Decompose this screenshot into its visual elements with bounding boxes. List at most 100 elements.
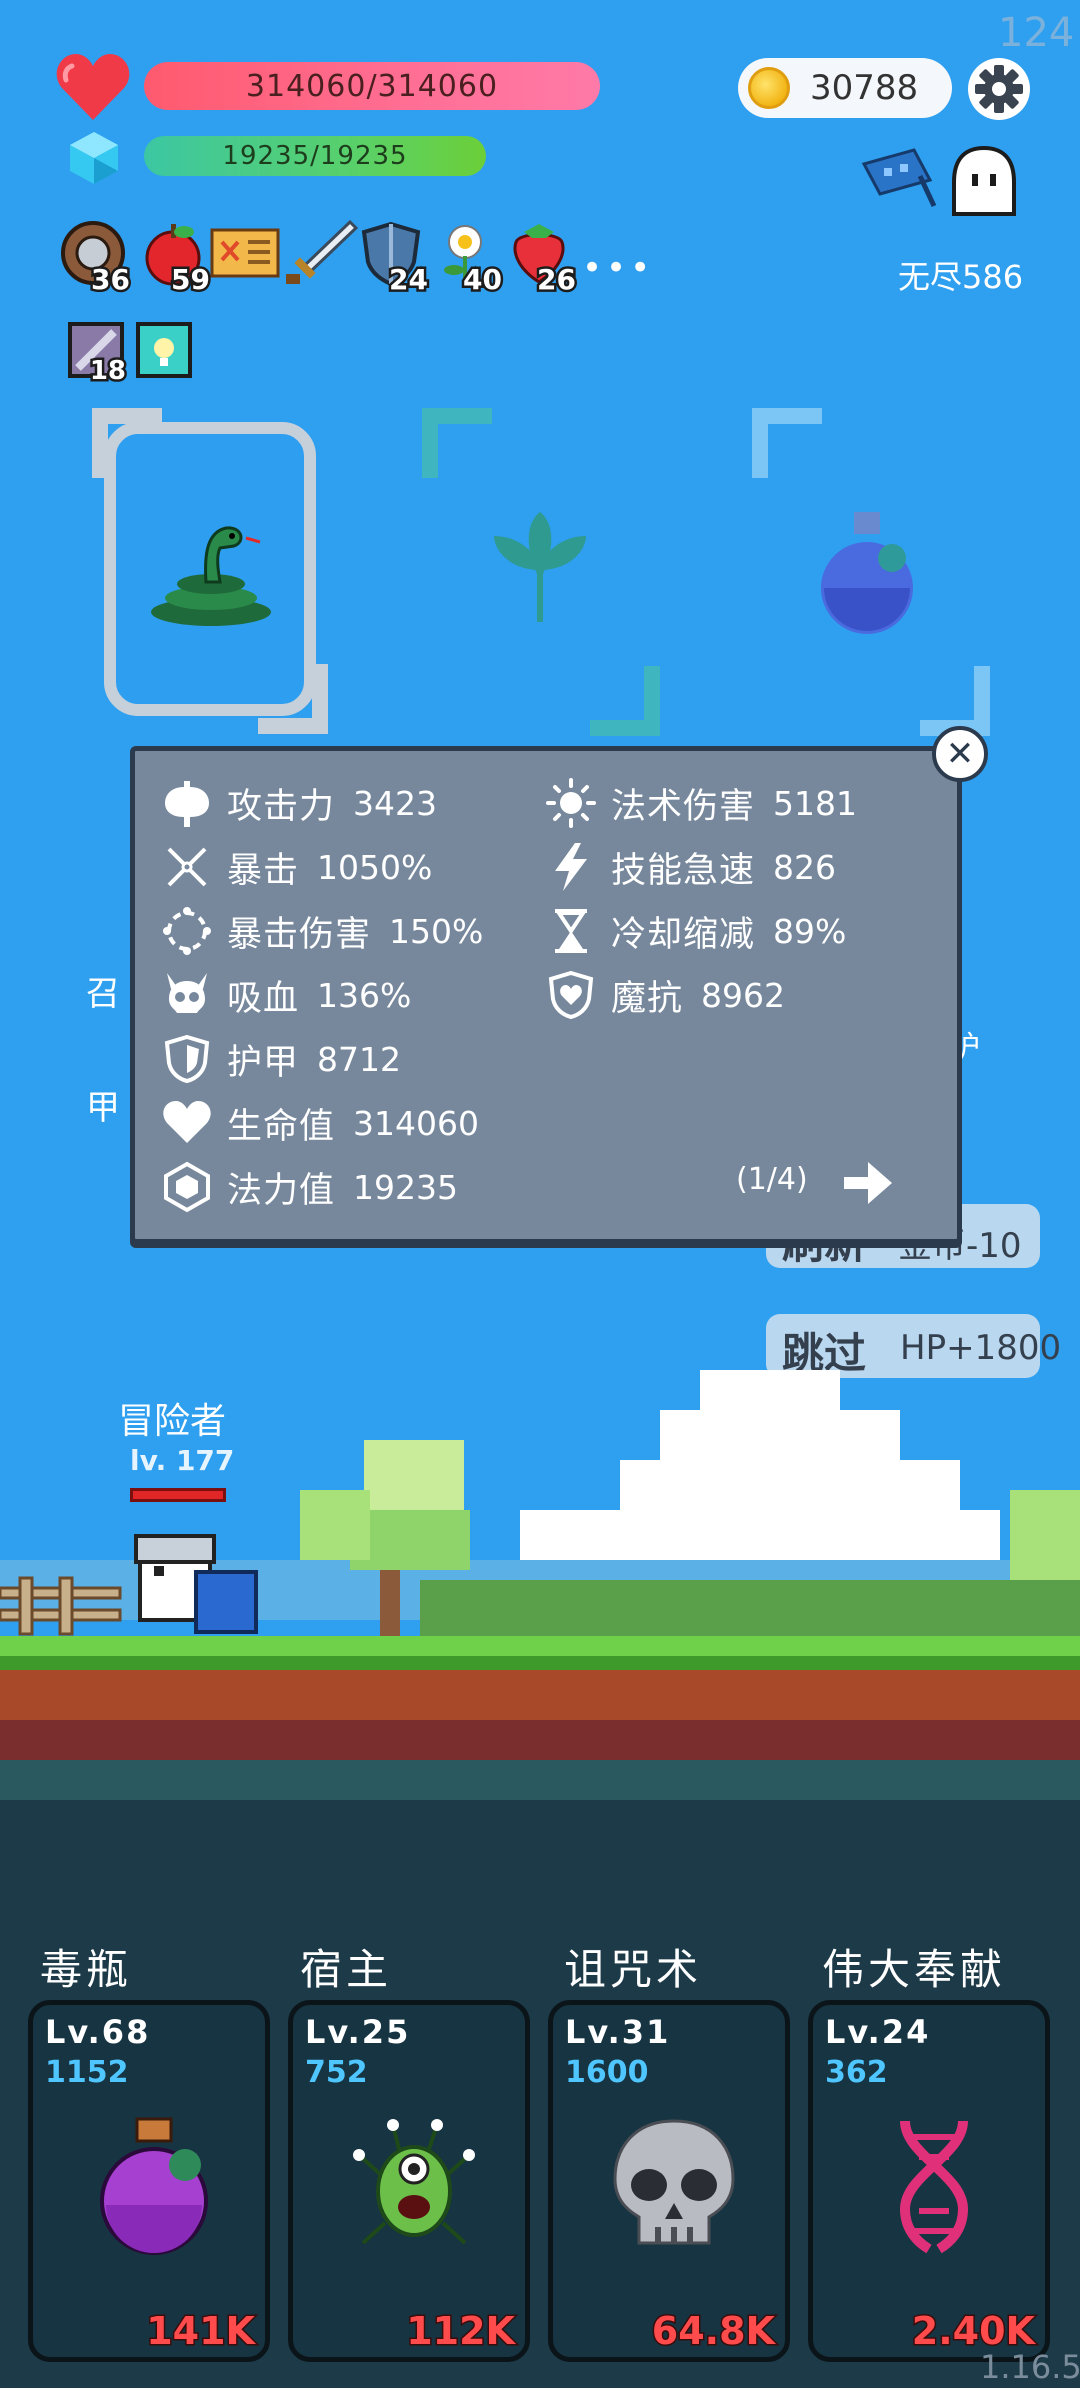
version-label: 1.16.5	[980, 2348, 1080, 2386]
buff-count: 18	[87, 354, 128, 389]
slot-corner-top-left	[752, 408, 822, 478]
skill-title: 诅咒术	[564, 1945, 703, 1994]
stat-value: 8712	[317, 1039, 401, 1079]
skill-level: Lv.31	[565, 2013, 671, 2051]
stat-value: 826	[773, 847, 837, 887]
stat-value: 5181	[773, 783, 857, 823]
skill-card-host[interactable]: Lv.25 752 112K	[288, 2000, 530, 2362]
stone-blade-buff: 18	[68, 322, 129, 389]
crystal-outline-icon	[164, 1161, 210, 1213]
stats-page-indicator: (1/4)	[736, 1162, 808, 1197]
stat-value: 3423	[353, 783, 437, 823]
stat-armor: 护甲 8712	[161, 1031, 401, 1087]
stat-attack: 攻击力 3423	[161, 775, 437, 831]
stat-value: 136%	[317, 975, 412, 1015]
plant-icon[interactable]	[470, 510, 610, 630]
axe-icon	[165, 781, 209, 827]
mana-crystal-icon	[70, 132, 118, 184]
shield-item[interactable]: 24	[358, 220, 430, 299]
skill-card-devotion[interactable]: Lv.24 362 2.40K	[808, 2000, 1050, 2362]
fps-counter: 124	[998, 10, 1075, 56]
skill-level: Lv.25	[305, 2013, 411, 2051]
close-icon: ✕	[945, 734, 975, 774]
stat-crit-damage: 暴击伤害 150%	[161, 903, 483, 959]
stat-label: 护甲	[227, 1042, 300, 1083]
skill-cost: 1152	[45, 2055, 129, 2090]
strawberry-item[interactable]: 26	[506, 220, 578, 299]
stat-value: 89%	[773, 911, 847, 951]
stat-label: 攻击力	[227, 786, 336, 827]
mp-text: 19235/19235	[222, 141, 408, 171]
more-items-icon[interactable]: •••	[582, 248, 654, 288]
stat-skill-haste: 技能急速 826	[545, 839, 836, 895]
gear-icon[interactable]	[966, 56, 1032, 122]
hidden-text-fragment: 召	[86, 974, 120, 1014]
stat-health: 生命值 314060	[161, 1095, 479, 1151]
poison-bottle-icon	[100, 2117, 208, 2255]
sword-icon	[286, 219, 359, 284]
stat-label: 魔抗	[611, 978, 684, 1019]
hp-text: 314060/314060	[245, 68, 499, 104]
skill-cost: 362	[825, 2055, 888, 2090]
skill-damage: 64.8K	[650, 2308, 776, 2355]
skill-cost: 752	[305, 2055, 368, 2090]
skill-level: Lv.68	[45, 2013, 151, 2051]
stat-value: 150%	[389, 911, 484, 951]
flag-icon[interactable]	[860, 146, 940, 212]
heart-icon	[56, 54, 130, 120]
round-shield-item[interactable]: 36	[60, 220, 132, 299]
horned-skull-icon	[167, 973, 207, 1013]
stat-value: 1050%	[317, 847, 433, 887]
skill-title: 毒瓶	[40, 1945, 133, 1994]
potion-icon[interactable]	[812, 508, 922, 638]
stat-label: 暴击伤害	[227, 914, 372, 955]
mp-bar: 19235/19235	[144, 136, 486, 176]
hero-level: lv. 177	[130, 1444, 235, 1477]
skill-title: 宿主	[300, 1945, 393, 1994]
skill-cost: 1600	[565, 2055, 649, 2090]
hero-hp-bar	[130, 1488, 226, 1502]
stat-value: 314060	[353, 1103, 479, 1143]
skill-damage: 112K	[405, 2308, 517, 2355]
item-count: 26	[535, 261, 579, 299]
crossed-swords-icon	[167, 847, 207, 887]
stat-label: 法力值	[227, 1170, 336, 1211]
hidden-text-fragment: 甲	[86, 1088, 120, 1128]
heart-outline-icon	[163, 1101, 211, 1143]
stat-label: 吸血	[227, 978, 300, 1019]
next-page-arrow-icon[interactable]	[842, 1160, 894, 1206]
stat-crit: 暴击 1050%	[161, 839, 432, 895]
sword-item[interactable]	[284, 219, 359, 286]
light-bulb-icon	[154, 338, 174, 366]
skill-card-curse[interactable]: Lv.31 1600 64.8K	[548, 2000, 790, 2362]
item-count: 36	[89, 261, 133, 299]
stat-magic-resist: 魔抗 8962	[545, 967, 785, 1023]
light-buff	[136, 322, 192, 378]
stat-label: 技能急速	[611, 850, 756, 891]
sun-icon	[546, 778, 596, 828]
snake-icon	[151, 526, 271, 626]
stat-lifesteal: 吸血 136%	[161, 967, 411, 1023]
skull-icon	[613, 2119, 735, 2245]
flower-item[interactable]: 40	[432, 220, 504, 299]
shield-outline-icon	[164, 1034, 210, 1084]
stat-spell-damage: 法术伤害 5181	[545, 775, 857, 831]
dna-icon	[899, 2120, 969, 2254]
ghost-icon[interactable]	[946, 144, 1022, 220]
scroll-map-item[interactable]	[208, 220, 282, 286]
skill-damage: 2.40K	[910, 2308, 1036, 2355]
hero-knight	[134, 1534, 258, 1634]
stat-value: 19235	[353, 1167, 458, 1207]
stat-label: 法术伤害	[611, 786, 756, 827]
apple-item[interactable]: 59	[140, 220, 212, 299]
stat-label: 暴击	[227, 850, 300, 891]
skill-card-poison[interactable]: Lv.68 1152 141K	[28, 2000, 270, 2362]
lightning-icon	[555, 843, 587, 891]
skill-title: 伟大奉献	[822, 1945, 1007, 1994]
crit-ring-icon	[163, 907, 211, 955]
coin-counter: 30788	[738, 58, 952, 118]
coin-icon	[748, 67, 790, 109]
close-button[interactable]: ✕	[932, 726, 988, 782]
slot-corner-top-left	[422, 408, 492, 478]
item-count: 40	[461, 261, 505, 299]
